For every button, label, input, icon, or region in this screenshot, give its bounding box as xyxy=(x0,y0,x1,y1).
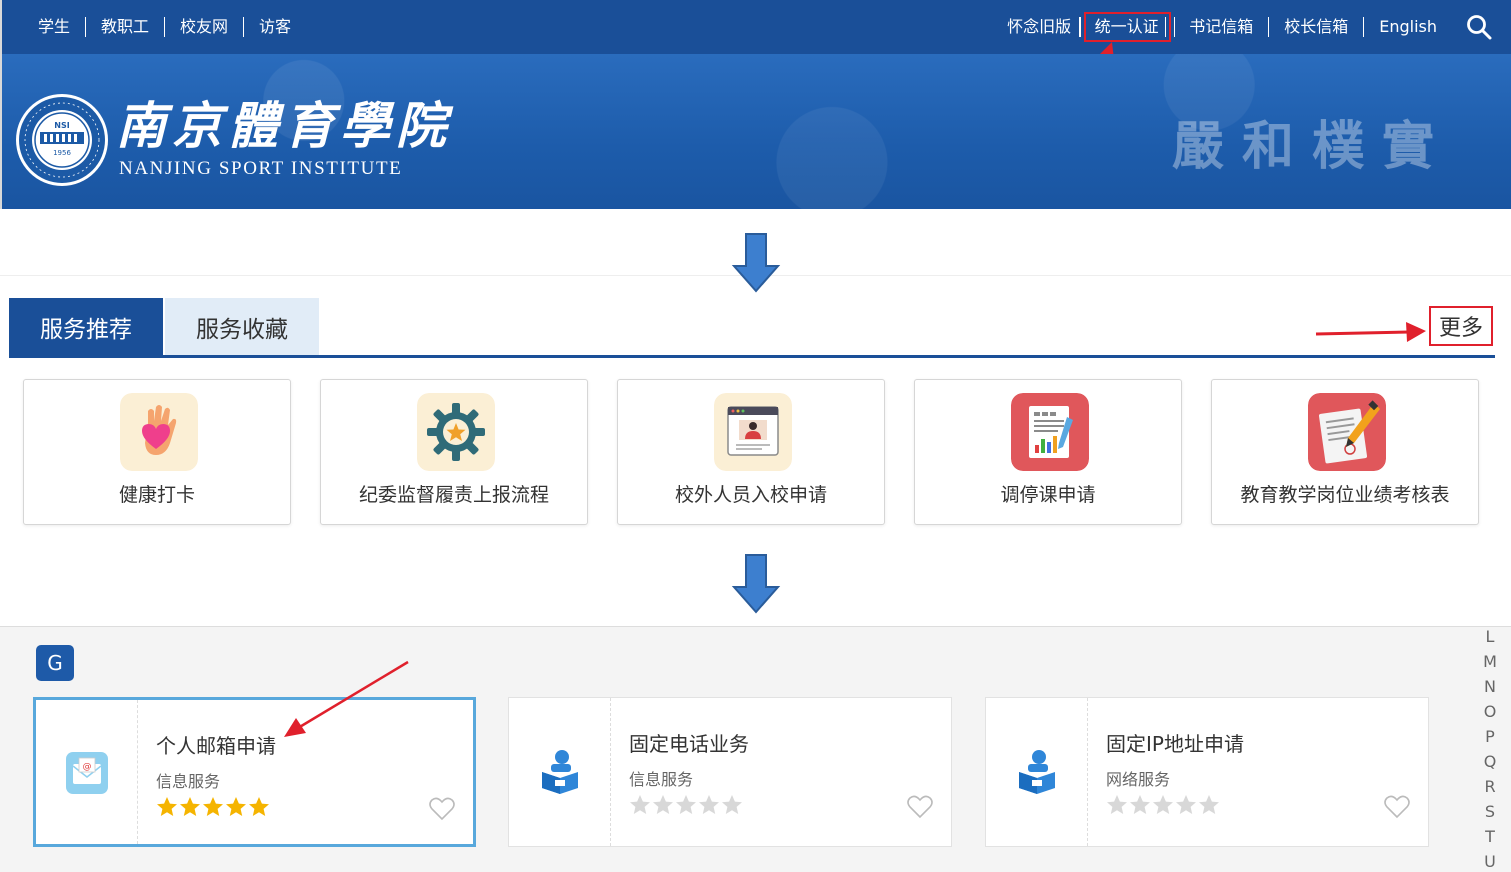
service-list-section: G L M N O P Q R S T U @ 个人邮箱申请 信息服务 固定电话… xyxy=(0,626,1511,872)
nav-link-student[interactable]: 学生 xyxy=(38,17,87,37)
tab-favorites[interactable]: 服务收藏 xyxy=(165,298,319,355)
alpha-index-letter[interactable]: L xyxy=(1481,627,1499,652)
alpha-index-letter[interactable]: U xyxy=(1481,852,1499,872)
seal-text-year: 1956 xyxy=(53,149,71,157)
service-card-class-reschedule[interactable]: 调停课申请 xyxy=(914,379,1182,525)
alpha-index-letter[interactable]: T xyxy=(1481,827,1499,852)
mail-envelope-icon: @ xyxy=(66,752,108,794)
service-item-title: 个人邮箱申请 xyxy=(156,734,276,758)
annotation-arrow xyxy=(284,660,409,737)
star-filled-icon[interactable] xyxy=(202,796,224,818)
svg-text:@: @ xyxy=(83,762,92,772)
top-nav-left: 学生 教职工 校友网 访客 xyxy=(38,0,291,54)
service-tabs: 服务推荐 服务收藏 更多 xyxy=(9,298,1495,358)
star-empty-icon[interactable] xyxy=(629,794,651,816)
star-empty-icon[interactable] xyxy=(652,794,674,816)
star-rating xyxy=(156,796,270,818)
card-icon-area: @ xyxy=(36,700,138,844)
service-item-category: 信息服务 xyxy=(629,770,694,789)
service-label: 教育教学岗位业绩考核表 xyxy=(1240,484,1450,506)
star-filled-icon[interactable] xyxy=(156,796,178,818)
star-rating xyxy=(1106,794,1220,816)
star-rating xyxy=(629,794,743,816)
service-item-category: 信息服务 xyxy=(156,772,221,791)
alphabet-index: L M N O P Q R S T U xyxy=(1481,627,1499,872)
star-filled-icon[interactable] xyxy=(179,796,201,818)
card-icon-area xyxy=(509,698,611,846)
star-empty-icon[interactable] xyxy=(1106,794,1128,816)
annotation-arrow xyxy=(1315,322,1426,342)
alpha-index-letter[interactable]: R xyxy=(1481,777,1499,802)
card-icon-area xyxy=(986,698,1088,846)
user-box-icon xyxy=(1019,750,1055,794)
search-icon[interactable] xyxy=(1465,13,1493,41)
service-label: 健康打卡 xyxy=(118,484,195,506)
report-chart-icon xyxy=(1011,393,1089,471)
service-card-discipline-report[interactable]: 纪委监督履责上报流程 xyxy=(320,379,588,525)
browser-person-icon xyxy=(714,393,792,471)
star-filled-icon[interactable] xyxy=(248,796,270,818)
star-empty-icon[interactable] xyxy=(1198,794,1220,816)
alpha-index-letter[interactable]: S xyxy=(1481,802,1499,827)
blue-down-arrow-icon xyxy=(731,233,781,293)
star-empty-icon[interactable] xyxy=(675,794,697,816)
service-label: 调停课申请 xyxy=(1000,484,1096,506)
tab-recommended[interactable]: 服务推荐 xyxy=(9,298,163,355)
document-pen-icon xyxy=(1308,393,1386,471)
alpha-index-letter[interactable]: P xyxy=(1481,727,1499,752)
top-nav-bar: 学生 教职工 校友网 访客 怀念旧版 统一认证 书记信箱 校长信箱 Englis… xyxy=(0,0,1511,54)
header-banner: NSI 1956 南京體育學院 NANJING SPORT INSTITUTE … xyxy=(0,54,1511,209)
alpha-index-letter[interactable]: M xyxy=(1481,652,1499,677)
nav-link-staff[interactable]: 教职工 xyxy=(86,17,166,37)
service-card-health-checkin[interactable]: 健康打卡 xyxy=(23,379,291,525)
nav-link-alumni[interactable]: 校友网 xyxy=(165,17,245,37)
service-item-fixed-ip[interactable]: 固定IP地址申请 网络服务 xyxy=(985,697,1429,847)
alpha-index-letter[interactable]: N xyxy=(1481,677,1499,702)
nav-link-unified-auth[interactable]: 统一认证 xyxy=(1083,12,1171,42)
nav-link-old-version[interactable]: 怀念旧版 xyxy=(992,17,1079,37)
star-filled-icon[interactable] xyxy=(225,796,247,818)
star-empty-icon[interactable] xyxy=(721,794,743,816)
star-empty-icon[interactable] xyxy=(698,794,720,816)
service-card-teaching-assessment[interactable]: 教育教学岗位业绩考核表 xyxy=(1211,379,1479,525)
service-label: 纪委监督履责上报流程 xyxy=(358,484,549,506)
page: 学生 教职工 校友网 访客 怀念旧版 统一认证 书记信箱 校长信箱 Englis… xyxy=(0,0,1511,872)
heart-hand-icon xyxy=(120,393,198,471)
letter-group-badge: G xyxy=(36,645,74,681)
service-item-title: 固定电话业务 xyxy=(629,732,749,756)
school-seal-logo[interactable]: NSI 1956 xyxy=(14,92,110,188)
nav-link-visitor[interactable]: 访客 xyxy=(244,17,291,37)
service-card-visitor-entry[interactable]: 校外人员入校申请 xyxy=(617,379,885,525)
service-item-landline[interactable]: 固定电话业务 信息服务 xyxy=(508,697,952,847)
favorite-heart-icon[interactable] xyxy=(1384,795,1410,819)
service-label: 校外人员入校申请 xyxy=(674,484,827,506)
more-link[interactable]: 更多 xyxy=(1429,306,1493,346)
service-item-category: 网络服务 xyxy=(1106,770,1171,789)
favorite-heart-icon[interactable] xyxy=(907,795,933,819)
school-name-english: NANJING SPORT INSTITUTE xyxy=(119,158,403,179)
nav-link-secretary-mailbox[interactable]: 书记信箱 xyxy=(1175,17,1270,37)
alpha-index-letter[interactable]: Q xyxy=(1481,752,1499,777)
school-name-chinese: 南京體育學院 xyxy=(116,96,452,155)
user-box-icon xyxy=(542,750,578,794)
school-motto: 嚴和樸實 xyxy=(1172,116,1453,177)
gear-star-icon xyxy=(417,393,495,471)
nav-link-english[interactable]: English xyxy=(1364,17,1437,37)
top-nav-right: 怀念旧版 统一认证 书记信箱 校长信箱 English xyxy=(992,0,1437,54)
star-empty-icon[interactable] xyxy=(1152,794,1174,816)
seal-text-nsi: NSI xyxy=(54,121,69,130)
favorite-heart-icon[interactable] xyxy=(429,797,455,821)
blue-down-arrow-icon xyxy=(731,554,781,614)
star-empty-icon[interactable] xyxy=(1129,794,1151,816)
nav-divider xyxy=(1079,17,1081,37)
star-empty-icon[interactable] xyxy=(1175,794,1197,816)
alpha-index-letter[interactable]: O xyxy=(1481,702,1499,727)
service-item-title: 固定IP地址申请 xyxy=(1106,732,1244,756)
nav-link-president-mailbox[interactable]: 校长信箱 xyxy=(1269,17,1365,37)
